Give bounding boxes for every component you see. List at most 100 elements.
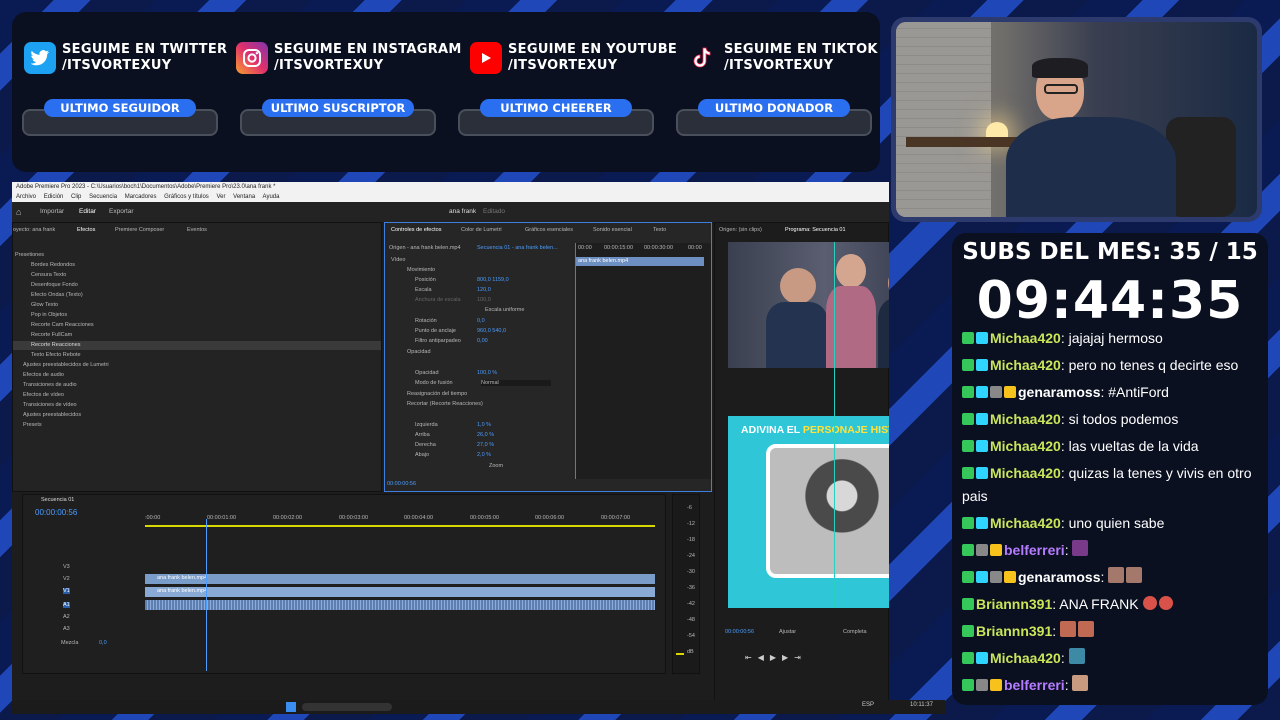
clip-v1[interactable]: ana frank belen.mp4 xyxy=(145,587,655,597)
preset-item[interactable]: Recorte Cam Reacciones xyxy=(31,322,94,328)
effect-folder[interactable]: Transiciones de vídeo xyxy=(23,402,77,408)
tab-effect-controls[interactable]: Controles de efectos xyxy=(391,227,441,233)
blend-mode-select[interactable]: Normal xyxy=(481,380,551,386)
chat-user[interactable]: Michaa420 xyxy=(990,438,1061,454)
tab-exportar[interactable]: Exportar xyxy=(109,202,134,222)
system-clock[interactable]: 10:11:37 xyxy=(910,702,933,708)
effect-folder[interactable]: Efectos de audio xyxy=(23,372,64,378)
tab-program-monitor[interactable]: Programa: Secuencia 01 xyxy=(785,227,846,233)
param-left-value[interactable]: 1,0 % xyxy=(477,422,491,428)
tab-project[interactable]: oyecto: ana frank xyxy=(13,227,55,233)
effect-folder[interactable]: Ajustes preestablecidos xyxy=(23,412,81,418)
preset-item[interactable]: Pop in Objetos xyxy=(31,312,67,318)
tab-premiere-composer[interactable]: Premiere Composer xyxy=(115,227,164,233)
tab-importar[interactable]: Importar xyxy=(40,202,64,222)
track-label-a1[interactable]: A1 xyxy=(63,602,70,608)
preset-item[interactable]: Censura Texto xyxy=(31,272,66,278)
preset-item[interactable]: Bordes Redondos xyxy=(31,262,75,268)
chat-user[interactable]: Michaa420 xyxy=(990,465,1061,481)
menu-graficos[interactable]: Gráficos y títulos xyxy=(164,194,209,200)
chat-user[interactable]: genaramoss xyxy=(1018,384,1100,400)
menu-marcadores[interactable]: Marcadores xyxy=(125,194,157,200)
track-label-a3[interactable]: A3 xyxy=(63,626,70,632)
tab-events[interactable]: Eventos xyxy=(187,227,207,233)
search-box[interactable] xyxy=(302,703,392,711)
track-label-v3[interactable]: V3 xyxy=(63,564,70,570)
param-top-value[interactable]: 26,0 % xyxy=(477,432,494,438)
track-label-v2[interactable]: V2 xyxy=(63,576,70,582)
emote-icon xyxy=(1108,567,1125,583)
source-clip[interactable]: Origen - ana frank belen.mp4 xyxy=(389,245,461,251)
param-crop[interactable]: Recortar (Recorte Reacciones) xyxy=(407,401,483,407)
work-area-bar[interactable] xyxy=(145,525,655,527)
preset-item[interactable]: Desenfoque Fondo xyxy=(31,282,78,288)
effect-folder[interactable]: Presets xyxy=(23,422,42,428)
chat-user[interactable]: belferreri xyxy=(1004,677,1065,693)
chat-user[interactable]: belferreri xyxy=(1004,542,1065,558)
uniform-scale-checkbox[interactable]: Escala uniforme xyxy=(485,307,524,313)
preset-item[interactable]: Presetiones xyxy=(15,252,44,258)
tab-sequence[interactable]: Secuencia 01 xyxy=(41,497,74,503)
preset-item-selected[interactable]: Recorte Reacciones xyxy=(31,342,81,348)
param-motion[interactable]: Movimiento xyxy=(407,267,435,273)
tab-text[interactable]: Texto xyxy=(653,227,666,233)
chat-user[interactable]: Briannn391 xyxy=(976,596,1052,612)
clip-a1-waveform[interactable] xyxy=(145,600,655,610)
param-position-value[interactable]: 800,0 1159,0 xyxy=(477,277,509,283)
preset-item[interactable]: Efecto Ondas (Texto) xyxy=(31,292,83,298)
ec-timecode[interactable]: 00:00:00:56 xyxy=(387,481,416,487)
chat-user[interactable]: Michaa420 xyxy=(990,650,1061,666)
home-icon[interactable]: ⌂ xyxy=(16,202,21,222)
preset-item[interactable]: Texto Efecto Rebote xyxy=(31,352,81,358)
fit-select[interactable]: Ajustar xyxy=(779,629,796,635)
menu-archivo[interactable]: Archivo xyxy=(16,194,36,200)
effect-folder[interactable]: Efectos de vídeo xyxy=(23,392,64,398)
effect-folder[interactable]: Ajustes preestablecidos de Lumetri xyxy=(23,362,109,368)
param-opacity-group[interactable]: Opacidad xyxy=(407,349,431,355)
zoom-checkbox[interactable]: Zoom xyxy=(489,463,503,469)
param-rotation-value[interactable]: 0,0 xyxy=(477,318,485,324)
param-scale-value[interactable]: 120,0 xyxy=(477,287,491,293)
menu-secuencia[interactable]: Secuencia xyxy=(89,194,117,200)
chat-user[interactable]: Michaa420 xyxy=(990,411,1061,427)
windows-start-icon[interactable] xyxy=(286,702,296,712)
tab-source-monitor[interactable]: Origen: (sin clips) xyxy=(719,227,762,233)
param-flicker-value[interactable]: 0,00 xyxy=(477,338,488,344)
chat-user[interactable]: genaramoss xyxy=(1018,569,1100,585)
tab-graphics[interactable]: Gráficos esenciales xyxy=(525,227,573,233)
preset-item[interactable]: Recorte FullCam xyxy=(31,332,72,338)
clip-label: ana frank belen.mp4 xyxy=(157,588,208,594)
param-bottom-value[interactable]: 2,0 % xyxy=(477,452,491,458)
track-label-v1[interactable]: V1 xyxy=(63,588,70,594)
track-label-a2[interactable]: A2 xyxy=(63,614,70,620)
param-anchor-value[interactable]: 960,0 540,0 xyxy=(477,328,506,334)
mix-value[interactable]: 0,0 xyxy=(99,640,107,646)
chat-user[interactable]: Michaa420 xyxy=(990,357,1061,373)
param-right-value[interactable]: 27,0 % xyxy=(477,442,494,448)
transport-controls[interactable]: ⇤◀▶▶⇥ xyxy=(745,653,807,662)
quality-select[interactable]: Completa xyxy=(843,629,867,635)
menu-edicion[interactable]: Edición xyxy=(44,194,64,200)
chat-user[interactable]: Michaa420 xyxy=(990,515,1061,531)
sequence-clip[interactable]: Secuencia 01 - ana frank belen... xyxy=(477,245,558,251)
param-opacity-value[interactable]: 100,0 % xyxy=(477,370,497,376)
param-time-remap[interactable]: Reasignación del tiempo xyxy=(407,391,467,397)
tab-effects[interactable]: Efectos xyxy=(77,227,95,233)
playhead[interactable] xyxy=(206,519,207,671)
effect-folder[interactable]: Transiciones de audio xyxy=(23,382,77,388)
clip-v2[interactable]: ana frank belen.mp4 xyxy=(145,574,655,584)
tab-lumetri[interactable]: Color de Lumetri xyxy=(461,227,502,233)
guide-line xyxy=(834,242,835,608)
program-timecode[interactable]: 00:00:00:56 xyxy=(725,629,754,635)
tab-editar[interactable]: Editar xyxy=(79,202,96,222)
preset-item[interactable]: Glow Texto xyxy=(31,302,58,308)
menu-ventana[interactable]: Ventana xyxy=(233,194,255,200)
chat-user[interactable]: Michaa420 xyxy=(990,330,1061,346)
menu-clip[interactable]: Clip xyxy=(71,194,81,200)
menu-ver[interactable]: Ver xyxy=(216,194,225,200)
timeline-timecode[interactable]: 00:00:00:56 xyxy=(35,508,77,517)
input-language[interactable]: ESP xyxy=(862,702,874,708)
tab-sound[interactable]: Sonido esencial xyxy=(593,227,632,233)
chat-user[interactable]: Briannn391 xyxy=(976,623,1052,639)
menu-ayuda[interactable]: Ayuda xyxy=(263,194,280,200)
